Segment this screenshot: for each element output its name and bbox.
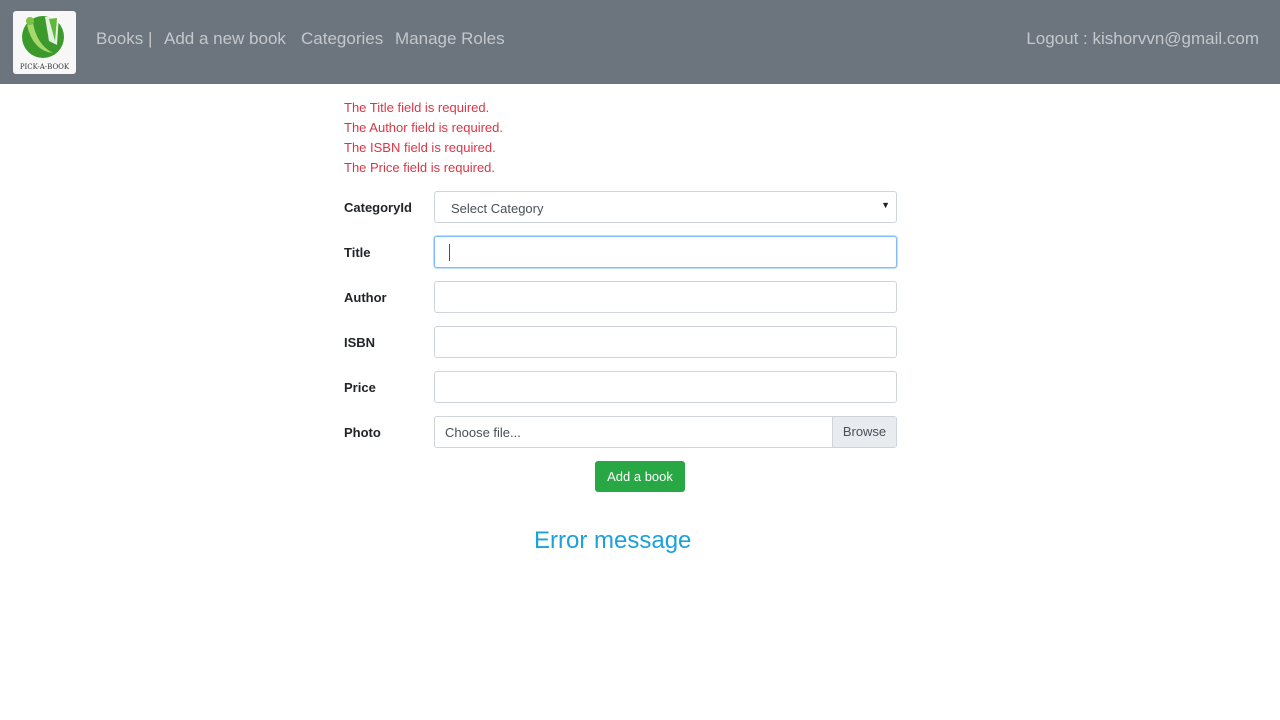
validation-error-author: The Author field is required. (344, 120, 503, 135)
nav-categories[interactable]: Categories (301, 29, 383, 49)
photo-label: Photo (344, 425, 381, 440)
title-label: Title (344, 245, 371, 260)
browse-button[interactable]: Browse (832, 417, 896, 447)
category-select[interactable]: Select Category ▼ (434, 191, 897, 223)
category-select-value: Select Category (451, 201, 544, 216)
category-label: CategoryId (344, 200, 412, 215)
nav-books[interactable]: Books | (96, 29, 152, 49)
add-book-button[interactable]: Add a book (595, 461, 685, 492)
dropdown-arrow-icon: ▼ (881, 200, 890, 210)
price-label: Price (344, 380, 376, 395)
nav-add-book[interactable]: Add a new book (164, 29, 286, 49)
photo-file-input[interactable]: Choose file... Browse (434, 416, 897, 448)
file-placeholder: Choose file... (445, 425, 521, 440)
author-label: Author (344, 290, 387, 305)
title-input[interactable] (434, 236, 897, 268)
price-input[interactable] (434, 371, 897, 403)
text-caret (449, 244, 450, 261)
navbar: PICK-A-BOOK Books | Add a new book Categ… (0, 0, 1280, 84)
logo-text: PICK-A-BOOK (19, 63, 70, 71)
isbn-label: ISBN (344, 335, 376, 350)
logo[interactable]: PICK-A-BOOK (13, 11, 76, 74)
logout-link[interactable]: Logout : kishorvvn@gmail.com (1026, 29, 1259, 49)
logo-book-icon (22, 15, 64, 58)
validation-error-isbn: The ISBN field is required. (344, 140, 496, 155)
validation-error-title: The Title field is required. (344, 100, 490, 115)
nav-manage-roles[interactable]: Manage Roles (395, 29, 505, 49)
validation-error-price: The Price field is required. (344, 160, 496, 175)
error-message-caption: Error message (534, 527, 692, 554)
isbn-input[interactable] (434, 326, 897, 358)
author-input[interactable] (434, 281, 897, 313)
